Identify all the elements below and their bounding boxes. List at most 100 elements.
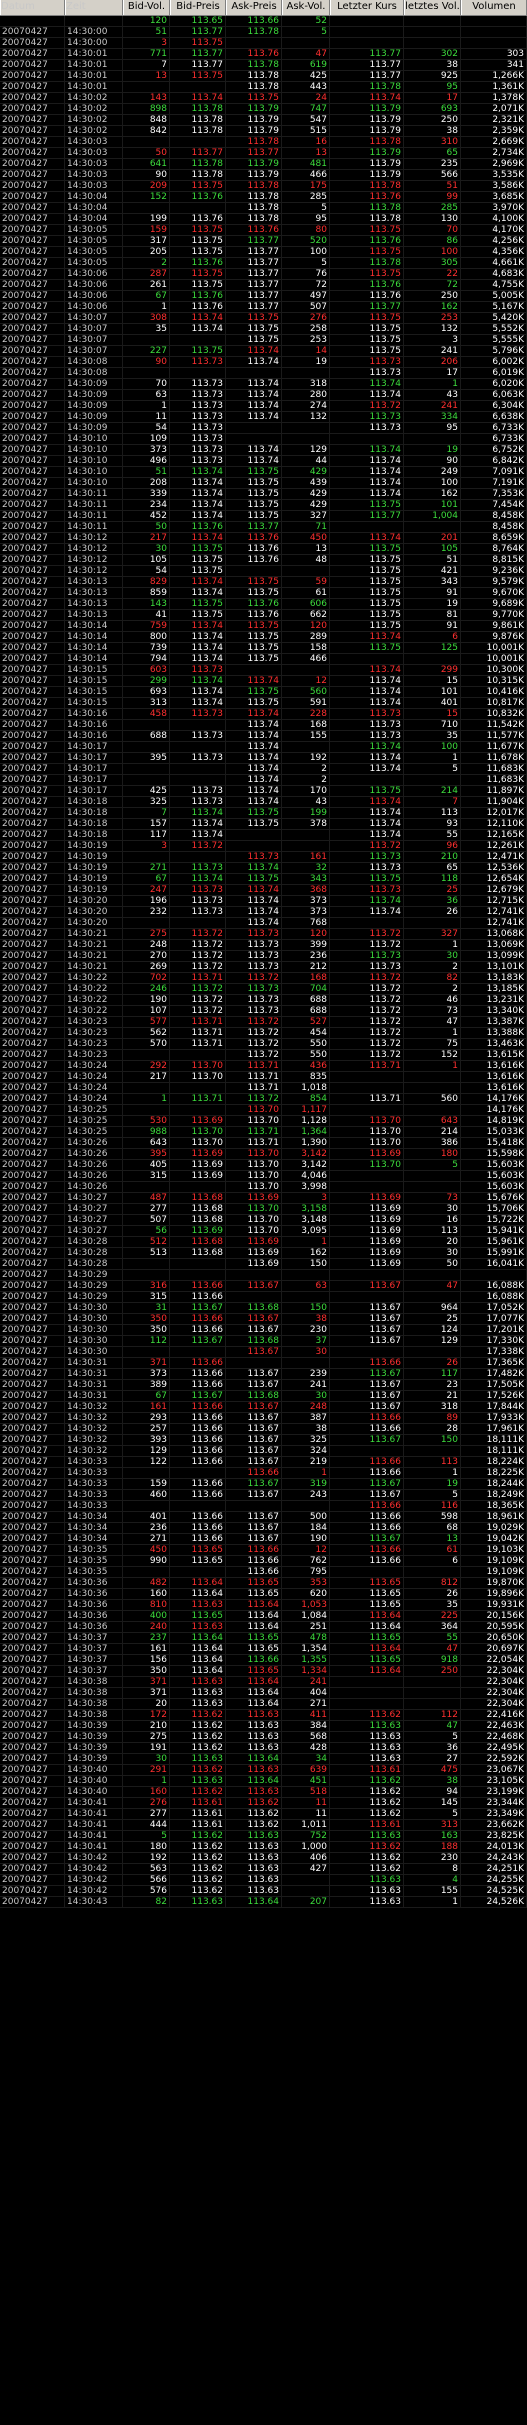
- table-row[interactable]: 20070427 14:30:36 400 113.65 113.64 1,084 113.…: [0, 1611, 527, 1622]
- table-row[interactable]: 20070427 14:30:05 317 113.75 113.77 520 113.76…: [0, 236, 527, 247]
- table-row[interactable]: 20070427 14:30:10 51 113.74 113.75 429 113.74 2…: [0, 467, 527, 478]
- table-row[interactable]: 20070427 14:30:29 315 113.66 16,088K: [0, 1292, 527, 1303]
- column-header-letztes-vol[interactable]: letztes Vol.: [404, 0, 461, 15]
- table-row[interactable]: 20070427 14:30:26 113.70 3,998 15,603K: [0, 1182, 527, 1193]
- table-row[interactable]: 20070427 14:30:14 800 113.74 113.75 289 113.74…: [0, 632, 527, 643]
- table-row[interactable]: 20070427 14:30:03 113.78 16 113.78 310 2,669K: [0, 137, 527, 148]
- table-row[interactable]: 20070427 14:30:34 401 113.66 113.67 500 113.66…: [0, 1512, 527, 1523]
- table-row[interactable]: 20070427 14:30:21 269 113.72 113.73 212 113.73…: [0, 962, 527, 973]
- table-row[interactable]: 20070427 14:30:19 113.73 161 113.73 210 12,471…: [0, 852, 527, 863]
- table-row[interactable]: 20070427 14:30:09 54 113.73 113.73 95 6,733K: [0, 423, 527, 434]
- table-row[interactable]: 20070427 14:30:36 240 113.63 113.64 251 113.64…: [0, 1622, 527, 1633]
- table-row[interactable]: 20070427 14:30:12 54 113.75 113.75 421 9,236K: [0, 566, 527, 577]
- column-header-ask-preis[interactable]: Ask-Preis: [226, 0, 282, 15]
- table-row[interactable]: 20070427 14:30:06 67 113.76 113.77 497 113.76 2…: [0, 291, 527, 302]
- table-row[interactable]: 20070427 14:30:38 371 113.63 113.64 404 22,304…: [0, 1688, 527, 1699]
- table-row[interactable]: 20070427 14:30:25 530 113.69 113.70 1,128 113.…: [0, 1116, 527, 1127]
- table-row[interactable]: 20070427 14:30:42 563 113.62 113.63 427 113.62…: [0, 1864, 527, 1875]
- table-row[interactable]: 20070427 14:30:23 570 113.71 113.72 550 113.72…: [0, 1039, 527, 1050]
- table-row[interactable]: 20070427 14:30:11 234 113.74 113.75 429 113.75…: [0, 500, 527, 511]
- table-row[interactable]: 20070427 14:30:37 161 113.64 113.65 1,354 113.…: [0, 1644, 527, 1655]
- column-header-bid-preis[interactable]: Bid-Preis: [170, 0, 226, 15]
- table-row[interactable]: 20070427 14:30:24 217 113.70 113.71 835 13,616…: [0, 1072, 527, 1083]
- table-row[interactable]: 20070427 14:30:39 30 113.63 113.64 34 113.63 27…: [0, 1754, 527, 1765]
- table-row[interactable]: 20070427 14:30:27 56 113.69 113.70 3,095 113.6…: [0, 1226, 527, 1237]
- table-row[interactable]: 20070427 14:30:37 237 113.64 113.65 478 113.65…: [0, 1633, 527, 1644]
- table-row[interactable]: 20070427 14:30:33 122 113.66 113.67 219 113.66…: [0, 1457, 527, 1468]
- table-row[interactable]: 20070427 14:30:26 405 113.69 113.70 3,142 113.…: [0, 1160, 527, 1171]
- table-row[interactable]: 20070427 14:30:30 350 113.66 113.67 230 113.67…: [0, 1325, 527, 1336]
- table-row[interactable]: 20070427 14:30:32 293 113.66 113.67 387 113.66…: [0, 1413, 527, 1424]
- table-row[interactable]: 20070427 14:30:13 41 113.75 113.76 662 113.75 8…: [0, 610, 527, 621]
- table-row[interactable]: 20070427 14:30:40 1 113.63 113.64 451 113.62 38…: [0, 1776, 527, 1787]
- table-row[interactable]: 20070427 14:30:09 11 113.73 113.74 132 113.73 3…: [0, 412, 527, 423]
- table-row[interactable]: 20070427 14:30:01 113.78 443 113.78 95 1,361K: [0, 82, 527, 93]
- table-row[interactable]: 120 113.65 113.66 52: [0, 16, 527, 27]
- table-row[interactable]: 20070427 14:30:35 113.66 795 19,109K: [0, 1567, 527, 1578]
- table-row[interactable]: 20070427 14:30:27 277 113.68 113.70 3,158 113.…: [0, 1204, 527, 1215]
- table-row[interactable]: 20070427 14:30:17 395 113.73 113.74 192 113.74…: [0, 753, 527, 764]
- table-row[interactable]: 20070427 14:30:30 350 113.66 113.67 38 113.67 2…: [0, 1314, 527, 1325]
- table-row[interactable]: 20070427 14:30:17 425 113.73 113.74 170 113.75…: [0, 786, 527, 797]
- table-row[interactable]: 20070427 14:30:18 7 113.74 113.75 199 113.74 11…: [0, 808, 527, 819]
- table-row[interactable]: 20070427 14:30:41 277 113.61 113.62 11 113.62 5…: [0, 1809, 527, 1820]
- table-row[interactable]: 20070427 14:30:31 373 113.66 113.67 239 113.67…: [0, 1369, 527, 1380]
- table-row[interactable]: 20070427 14:30:22 246 113.72 113.73 704 113.72…: [0, 984, 527, 995]
- table-row[interactable]: 20070427 14:30:39 210 113.62 113.63 384 113.63…: [0, 1721, 527, 1732]
- table-row[interactable]: 20070427 14:30:36 160 113.64 113.65 620 113.65…: [0, 1589, 527, 1600]
- table-row[interactable]: 20070427 14:30:21 270 113.72 113.73 236 113.73…: [0, 951, 527, 962]
- table-row[interactable]: 20070427 14:30:06 1 113.76 113.77 507 113.77 16…: [0, 302, 527, 313]
- table-row[interactable]: 20070427 14:30:21 248 113.72 113.73 399 113.72…: [0, 940, 527, 951]
- table-row[interactable]: 20070427 14:30:29: [0, 1270, 527, 1281]
- table-row[interactable]: 20070427 14:30:37 156 113.64 113.66 1,355 113.…: [0, 1655, 527, 1666]
- table-row[interactable]: 20070427 14:30:20 196 113.73 113.74 373 113.74…: [0, 896, 527, 907]
- column-header-datum[interactable]: Datum: [0, 0, 65, 15]
- table-row[interactable]: 20070427 14:30:19 3 113.72 113.72 96 12,261K: [0, 841, 527, 852]
- table-row[interactable]: 20070427 14:30:13 143 113.75 113.76 606 113.75…: [0, 599, 527, 610]
- table-row[interactable]: 20070427 14:30:35 990 113.65 113.66 762 113.66…: [0, 1556, 527, 1567]
- table-row[interactable]: 20070427 14:30:26 643 113.70 113.71 1,390 113.…: [0, 1138, 527, 1149]
- table-row[interactable]: 20070427 14:30:18 157 113.74 113.75 378 113.74…: [0, 819, 527, 830]
- table-row[interactable]: 20070427 14:30:42 576 113.62 113.63 113.63 155…: [0, 1886, 527, 1897]
- table-row[interactable]: 20070427 14:30:26 315 113.69 113.70 4,046 15,6…: [0, 1171, 527, 1182]
- table-row[interactable]: 20070427 14:30:41 180 113.62 113.63 1,000 113.…: [0, 1842, 527, 1853]
- table-row[interactable]: 20070427 14:30:02 848 113.78 113.79 547 113.79…: [0, 115, 527, 126]
- table-row[interactable]: 20070427 14:30:32 161 113.66 113.67 248 113.67…: [0, 1402, 527, 1413]
- table-row[interactable]: 20070427 14:30:32 129 113.66 113.67 324 18,111…: [0, 1446, 527, 1457]
- table-row[interactable]: 20070427 14:30:23 562 113.71 113.72 454 113.72…: [0, 1028, 527, 1039]
- table-row[interactable]: 20070427 14:30:10 373 113.73 113.74 129 113.74…: [0, 445, 527, 456]
- table-row[interactable]: 20070427 14:30:28 513 113.68 113.69 162 113.69…: [0, 1248, 527, 1259]
- table-row[interactable]: 20070427 14:30:28 512 113.68 113.69 1 113.69 20…: [0, 1237, 527, 1248]
- column-header-zeit[interactable]: Zeit: [65, 0, 123, 15]
- table-row[interactable]: 20070427 14:30:06 261 113.75 113.77 72 113.76 7…: [0, 280, 527, 291]
- table-row[interactable]: 20070427 14:30:38 371 113.63 113.64 241 22,304…: [0, 1677, 527, 1688]
- table-row[interactable]: 20070427 14:30:19 247 113.73 113.74 368 113.73…: [0, 885, 527, 896]
- table-row[interactable]: 20070427 14:30:36 482 113.64 113.65 353 113.65…: [0, 1578, 527, 1589]
- table-row[interactable]: 20070427 14:30:09 63 113.73 113.74 280 113.74 4…: [0, 390, 527, 401]
- table-row[interactable]: 20070427 14:30:40 291 113.62 113.63 639 113.61…: [0, 1765, 527, 1776]
- table-row[interactable]: 20070427 14:30:31 389 113.66 113.67 241 113.67…: [0, 1380, 527, 1391]
- table-row[interactable]: 20070427 14:30:39 275 113.62 113.63 568 113.63…: [0, 1732, 527, 1743]
- table-row[interactable]: 20070427 14:30:03 641 113.78 113.79 481 113.79…: [0, 159, 527, 170]
- table-row[interactable]: 20070427 14:30:16 113.74 168 113.73 710 11,542…: [0, 720, 527, 731]
- table-row[interactable]: 20070427 14:30:26 395 113.69 113.70 3,142 113.…: [0, 1149, 527, 1160]
- table-row[interactable]: 20070427 14:30:24 292 113.70 113.71 436 113.71…: [0, 1061, 527, 1072]
- table-row[interactable]: 20070427 14:30:34 271 113.66 113.67 190 113.67…: [0, 1534, 527, 1545]
- table-row[interactable]: 20070427 14:30:07 227 113.75 113.74 14 113.75 2…: [0, 346, 527, 357]
- table-row[interactable]: 20070427 14:30:30 112 113.67 113.68 37 113.67 1…: [0, 1336, 527, 1347]
- table-row[interactable]: 20070427 14:30:17 113.74 113.74 100 11,677K: [0, 742, 527, 753]
- table-row[interactable]: 20070427 14:30:31 67 113.67 113.68 30 113.67 21…: [0, 1391, 527, 1402]
- table-row[interactable]: 20070427 14:30:06 287 113.75 113.77 76 113.75 2…: [0, 269, 527, 280]
- table-row[interactable]: 20070427 14:30:33 113.66 116 18,365K: [0, 1501, 527, 1512]
- table-row[interactable]: 20070427 14:30:16 688 113.73 113.74 155 113.73…: [0, 731, 527, 742]
- table-row[interactable]: 20070427 14:30:20 113.74 768 12,741K: [0, 918, 527, 929]
- table-row[interactable]: 20070427 14:30:30 113.67 30 17,338K: [0, 1347, 527, 1358]
- table-row[interactable]: 20070427 14:30:05 2 113.76 113.77 5 113.78 305 4…: [0, 258, 527, 269]
- table-row[interactable]: 20070427 14:30:12 105 113.75 113.76 48 113.75 5…: [0, 555, 527, 566]
- table-row[interactable]: 20070427 14:30:05 159 113.75 113.76 80 113.75 7…: [0, 225, 527, 236]
- table-row[interactable]: 20070427 14:30:23 113.72 550 113.72 152 13,615…: [0, 1050, 527, 1061]
- table-row[interactable]: 20070427 14:30:23 577 113.71 113.72 527 113.72…: [0, 1017, 527, 1028]
- table-row[interactable]: 20070427 14:30:15 299 113.74 113.74 12 113.74 1…: [0, 676, 527, 687]
- table-row[interactable]: 20070427 14:30:01 13 113.75 113.78 425 113.77 9…: [0, 71, 527, 82]
- table-row[interactable]: 20070427 14:30:39 191 113.62 113.63 428 113.63…: [0, 1743, 527, 1754]
